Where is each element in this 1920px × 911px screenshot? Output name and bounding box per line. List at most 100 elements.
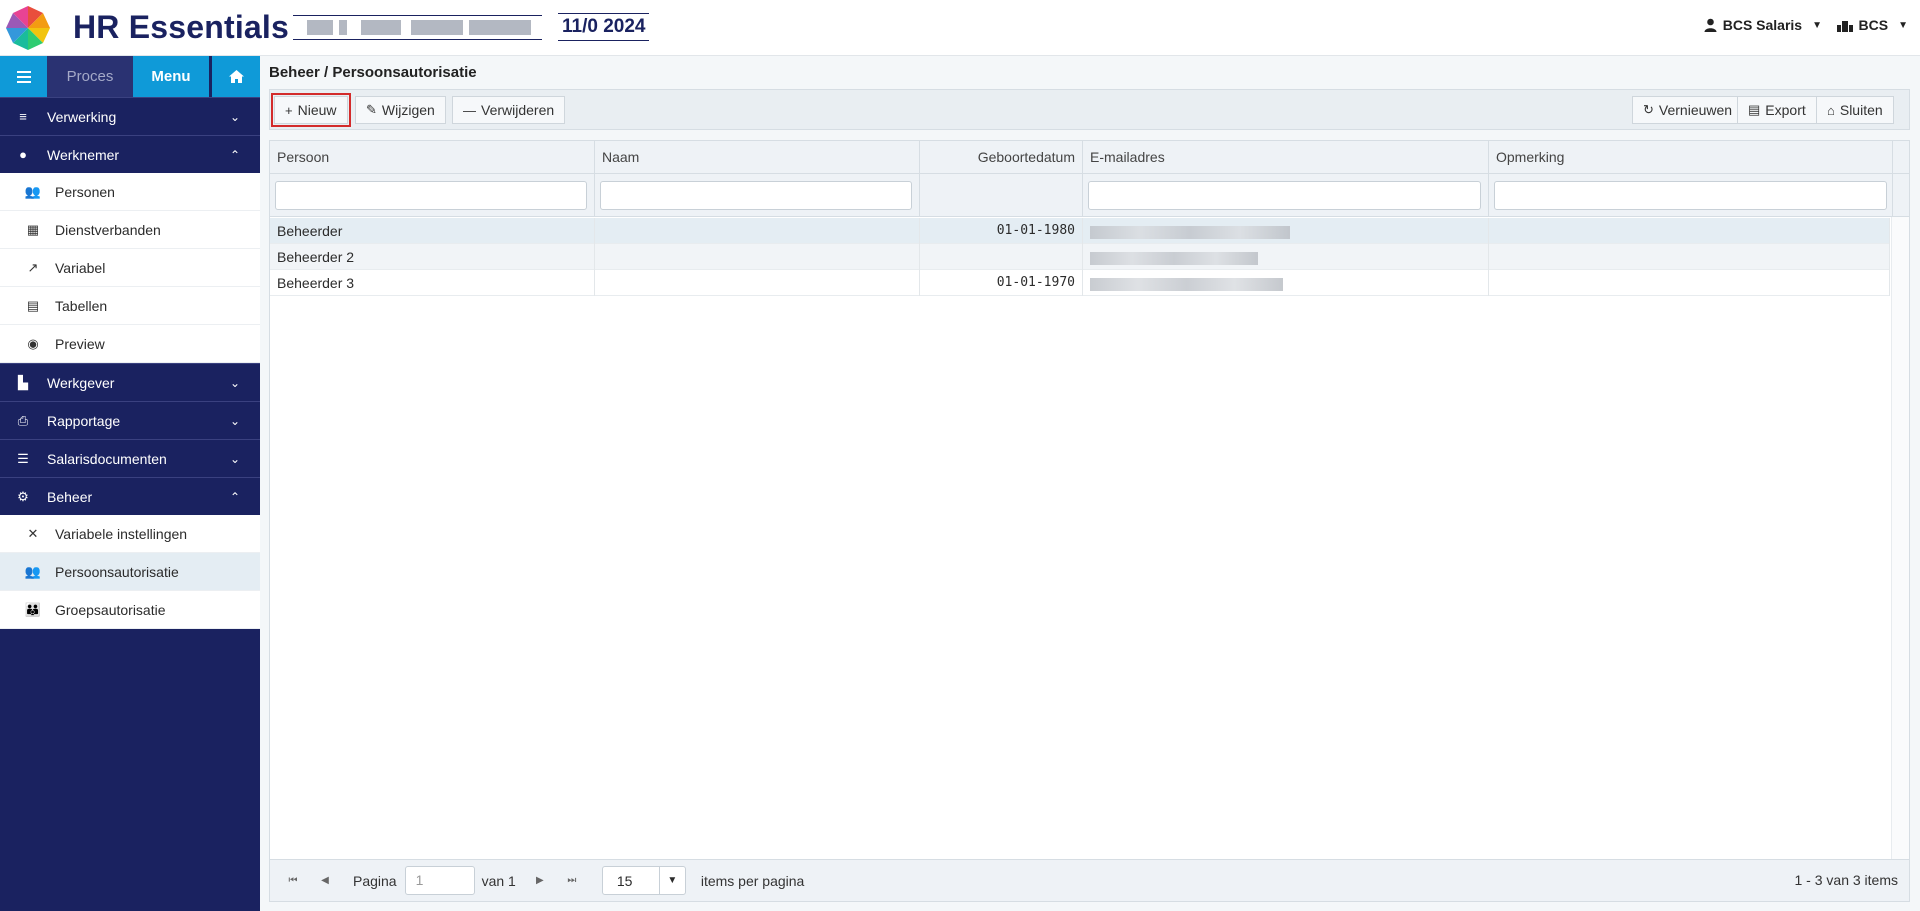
chevron-down-icon: ⌄: [229, 109, 240, 124]
page-size-value: 15: [616, 872, 633, 889]
section-label: Beheer: [47, 488, 93, 505]
plus-icon: +: [285, 102, 293, 118]
last-page-icon: ⏭: [567, 875, 577, 886]
filter-email-input[interactable]: [1088, 181, 1481, 210]
tab-menu[interactable]: Menu: [133, 56, 209, 97]
edit-button[interactable]: ✎ Wijzigen: [355, 96, 446, 124]
org-label: BCS: [1858, 17, 1889, 33]
sidebar-item-label: Persoonsautorisatie: [55, 563, 179, 580]
sidebar-section-rapportage[interactable]: ⎙ Rapportage ⌄: [0, 401, 260, 439]
filter-naam-input[interactable]: [600, 181, 912, 210]
hamburger-icon: [16, 70, 31, 83]
cell-geboortedatum: 01-01-1970: [920, 270, 1083, 296]
table-row[interactable]: Beheerder 3 01-01-1970: [270, 270, 1890, 296]
app-title: HR Essentials: [73, 9, 290, 45]
sidebar-item-dienstverbanden[interactable]: ▦ Dienstverbanden: [0, 211, 260, 249]
org-menu[interactable]: BCS ▼: [1836, 17, 1908, 33]
filter-row: [270, 174, 1909, 217]
sidebar-section-verwerking[interactable]: ≡ Verwerking ⌄: [0, 97, 260, 135]
user-label: BCS Salaris: [1722, 17, 1803, 33]
close-button-label: Sluiten: [1839, 102, 1883, 118]
period-selector[interactable]: 11/0 2024: [558, 13, 650, 41]
refresh-button[interactable]: ↻ Vernieuwen: [1632, 96, 1744, 124]
export-button-label: Export: [1765, 102, 1806, 118]
last-page-button[interactable]: ⏭: [558, 867, 586, 895]
sidebar-item-label: Personen: [55, 183, 115, 200]
org-icon: ▙: [18, 374, 28, 390]
caret-down-icon: ▼: [658, 867, 685, 894]
export-button[interactable]: ▤ Export: [1737, 96, 1817, 124]
cell-email-redacted: [1083, 270, 1489, 296]
page-input[interactable]: 1: [404, 866, 475, 895]
sidebar-section-werkgever[interactable]: ▙ Werkgever ⌄: [0, 363, 260, 401]
section-label: Rapportage: [47, 412, 121, 429]
column-header-persoon[interactable]: Persoon: [270, 141, 595, 174]
items-per-page-label: items per pagina: [700, 872, 805, 889]
home-button[interactable]: [212, 56, 260, 97]
sidebar-section-werknemer[interactable]: ● Werknemer ⌃: [0, 135, 260, 173]
column-header-geboortedatum[interactable]: Geboortedatum: [920, 141, 1083, 174]
cell-naam: [595, 270, 920, 296]
sidebar-section-beheer[interactable]: ⚙ Beheer ⌃: [0, 477, 260, 515]
section-label: Verwerking: [47, 108, 117, 125]
table-row[interactable]: Beheerder 2: [270, 244, 1890, 270]
chevron-down-icon: ⌄: [229, 413, 240, 428]
cell-opmerking: [1489, 244, 1890, 270]
column-header-naam[interactable]: Naam: [595, 141, 920, 174]
delete-button[interactable]: — Verwijderen: [452, 96, 566, 124]
column-header-opmerking[interactable]: Opmerking: [1489, 141, 1893, 174]
breadcrumb: Beheer / Persoonsautorisatie: [269, 64, 477, 81]
cell-geboortedatum: 01-01-1980: [920, 218, 1083, 244]
first-page-icon: ⏮: [288, 875, 298, 886]
caret-right-icon: ▶: [535, 875, 544, 886]
user-icon: [1704, 18, 1717, 32]
user-menu[interactable]: BCS Salaris ▼: [1704, 17, 1822, 33]
sidebar-item-variabele-instellingen[interactable]: ✕ Variabele instellingen: [0, 515, 260, 553]
company-name-redacted[interactable]: [293, 15, 542, 40]
column-header-emailadres[interactable]: E-mailadres: [1083, 141, 1489, 174]
close-button[interactable]: ⌂ Sluiten: [1816, 96, 1894, 124]
filter-persoon-input[interactable]: [275, 181, 587, 210]
new-button[interactable]: + Nieuw: [271, 93, 351, 127]
filter-cell: [1083, 174, 1489, 217]
line-chart-icon: ↗: [27, 259, 39, 275]
sidebar-section-salarisdocumenten[interactable]: ☰ Salarisdocumenten ⌄: [0, 439, 260, 477]
vertical-scrollbar[interactable]: [1891, 217, 1909, 859]
filter-opmerking-input[interactable]: [1494, 181, 1887, 210]
page-size-select[interactable]: 15 ▼: [601, 866, 686, 895]
sidebar-item-variabel[interactable]: ↗ Variabel: [0, 249, 260, 287]
eye-icon: ◉: [27, 335, 39, 351]
new-button-label: Nieuw: [297, 102, 337, 118]
cell-email-redacted: [1083, 244, 1489, 270]
sidebar-item-persoonsautorisatie[interactable]: 👥 Persoonsautorisatie: [0, 553, 260, 591]
cell-opmerking: [1489, 218, 1890, 244]
chevron-down-icon: ⌄: [229, 375, 240, 390]
sidebar-item-label: Variabel: [55, 259, 106, 276]
chevron-up-icon: ⌃: [229, 147, 240, 162]
next-page-button[interactable]: ▶: [526, 867, 554, 895]
sidebar-item-groepsautorisatie[interactable]: 👪 Groepsautorisatie: [0, 591, 260, 629]
tab-proces[interactable]: Proces: [47, 56, 133, 97]
building-icon: ▦: [26, 221, 40, 237]
first-page-button[interactable]: ⏮: [279, 867, 307, 895]
pencil-icon: ✎: [366, 102, 377, 117]
database-icon: ≡: [19, 109, 27, 124]
sidebar-item-label: Preview: [55, 335, 105, 352]
sidebar: Proces Menu ≡ Verwerking ⌄ ● Werknemer ⌃…: [0, 56, 260, 911]
hamburger-button[interactable]: [0, 56, 47, 97]
toolbar: + Nieuw ✎ Wijzigen — Verwijderen ↻ Verni…: [269, 89, 1910, 130]
section-label: Werkgever: [47, 374, 115, 391]
table-row[interactable]: Beheerder 01-01-1980: [270, 218, 1890, 244]
pager-info: 1 - 3 van 3 items: [1794, 872, 1899, 888]
filter-cell: [1489, 174, 1893, 217]
users-rectangle-icon: 👥: [24, 563, 42, 579]
sidebar-item-label: Groepsautorisatie: [55, 601, 166, 618]
prev-page-button[interactable]: ◀: [311, 867, 339, 895]
sidebar-item-tabellen[interactable]: ▤ Tabellen: [0, 287, 260, 325]
page-label: Pagina: [353, 872, 397, 889]
sidebar-item-personen[interactable]: 👥 Personen: [0, 173, 260, 211]
sidebar-item-label: Variabele instellingen: [55, 525, 188, 542]
cell-persoon: Beheerder: [270, 218, 595, 244]
users-icon: 👥: [24, 183, 42, 199]
sidebar-item-preview[interactable]: ◉ Preview: [0, 325, 260, 363]
